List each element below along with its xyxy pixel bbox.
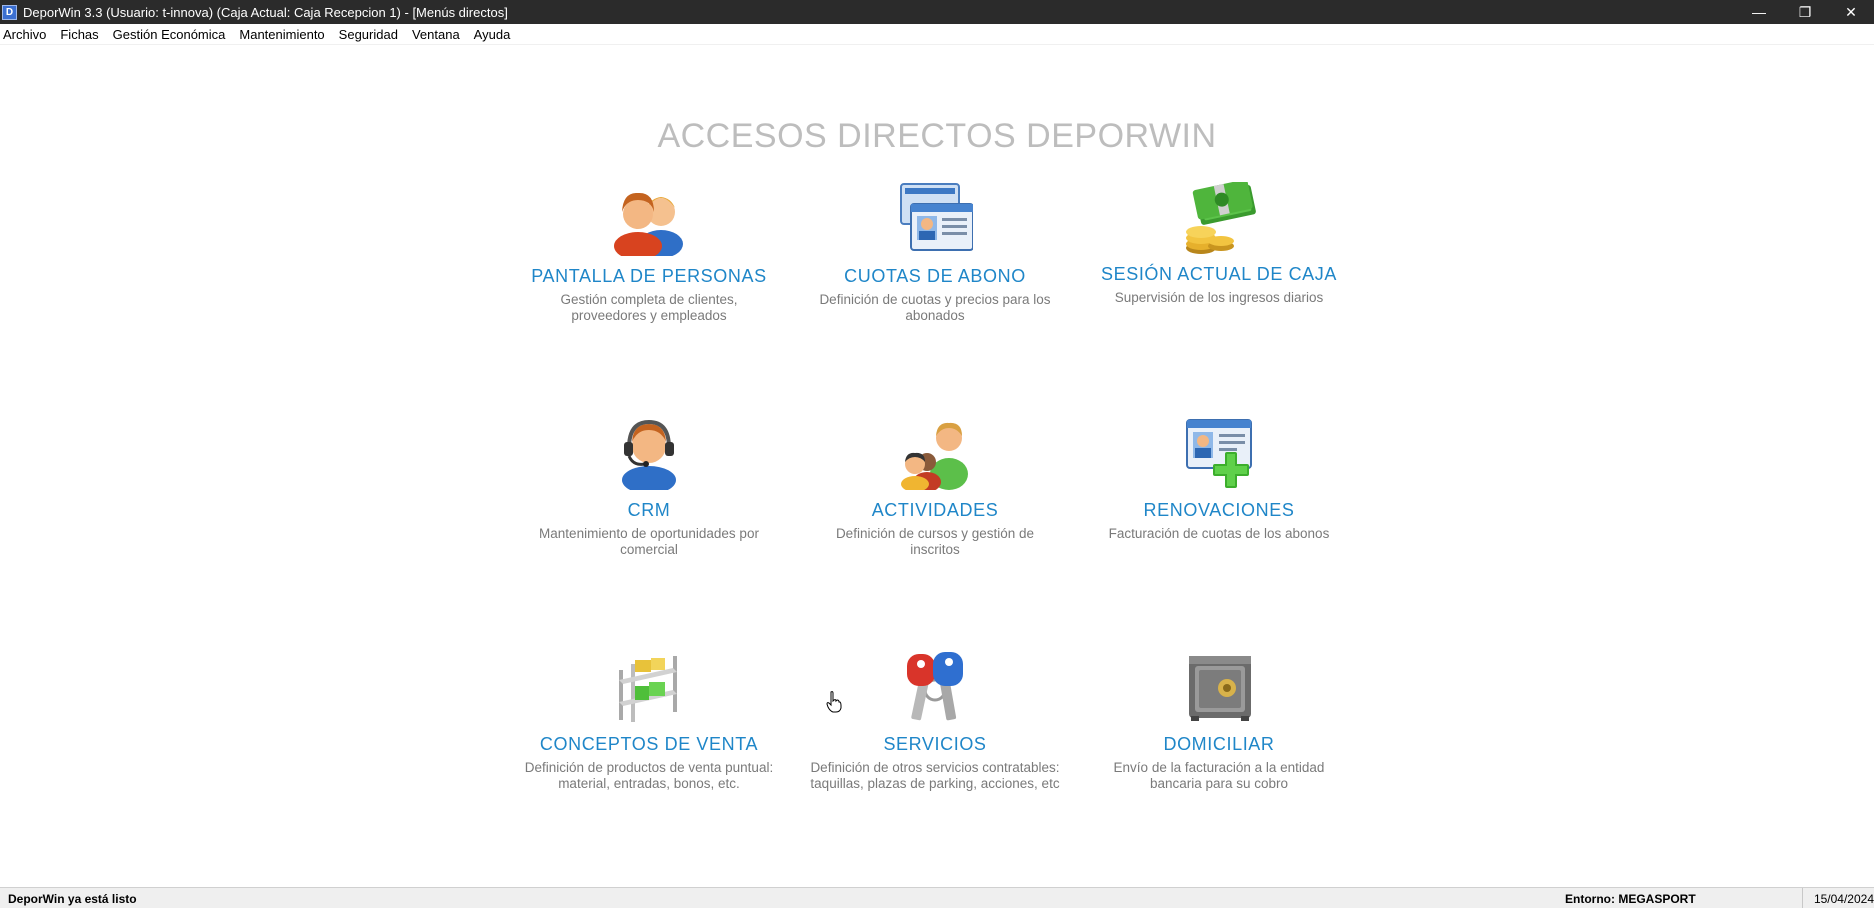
- tile-cuotas-de-abono[interactable]: CUOTAS DE ABONO Definición de cuotas y p…: [800, 182, 1070, 324]
- tile-actividades[interactable]: ACTIVIDADES Definición de cursos y gesti…: [800, 416, 1070, 558]
- tile-servicios[interactable]: SERVICIOS Definición de otros servicios …: [800, 650, 1070, 792]
- menu-archivo[interactable]: Archivo: [0, 27, 53, 42]
- tile-description: Definición de cursos y gestión de inscri…: [835, 526, 1035, 557]
- tile-description: Mantenimiento de oportunidades por comer…: [539, 526, 759, 557]
- window-controls: — ❐ ✕: [1736, 0, 1874, 24]
- restore-button[interactable]: ❐: [1782, 0, 1828, 24]
- app-icon[interactable]: D: [2, 4, 17, 20]
- keys-icon: [907, 652, 963, 721]
- shelf-boxes-icon: [619, 656, 677, 722]
- tile-crm[interactable]: CRM Mantenimiento de oportunidades por c…: [514, 416, 784, 558]
- status-message: DeporWin ya está listo: [8, 892, 137, 906]
- minimize-button[interactable]: —: [1736, 0, 1782, 24]
- status-date: 15/04/2024: [1802, 888, 1874, 908]
- hand-cursor-icon: [826, 691, 842, 713]
- tile-renovaciones[interactable]: RENOVACIONES Facturación de cuotas de lo…: [1084, 416, 1354, 542]
- status-bar: DeporWin ya está listo Entorno: MEGASPOR…: [0, 887, 1874, 908]
- group-icon: [901, 422, 968, 490]
- tile-label: RENOVACIONES: [1143, 500, 1295, 520]
- money-coins-icon: [1186, 182, 1256, 254]
- tile-sesion-actual-de-caja[interactable]: SESIÓN ACTUAL DE CAJA Supervisión de los…: [1084, 182, 1354, 306]
- menu-gestion-economica[interactable]: Gestión Económica: [110, 27, 233, 42]
- tile-description: Envío de la facturación a la entidad ban…: [1113, 760, 1325, 791]
- tile-description: Gestión completa de clientes, proveedore…: [560, 292, 738, 323]
- window-title: DeporWin 3.3 (Usuario: t-innova) (Caja A…: [23, 4, 508, 20]
- menu-fichas[interactable]: Fichas: [57, 27, 105, 42]
- tile-label: CONCEPTOS DE VENTA: [539, 734, 759, 754]
- headset-operator-icon: [622, 419, 676, 490]
- menu-seguridad[interactable]: Seguridad: [336, 27, 405, 42]
- tile-pantalla-de-personas[interactable]: PANTALLA DE PERSONAS Gestión completa de…: [514, 182, 784, 324]
- page-title: ACCESOS DIRECTOS DEPORWIN: [657, 117, 1217, 155]
- tile-label: PANTALLA DE PERSONAS: [531, 266, 767, 286]
- close-button[interactable]: ✕: [1828, 0, 1874, 24]
- tile-description: Facturación de cuotas de los abonos: [1108, 526, 1330, 541]
- id-cards-icon: [900, 183, 973, 251]
- tile-label: SERVICIOS: [883, 734, 987, 754]
- window-titlebar: D DeporWin 3.3 (Usuario: t-innova) (Caja…: [0, 0, 1874, 24]
- menu-bar: Archivo Fichas Gestión Económica Manteni…: [0, 24, 1874, 45]
- tile-label: DOMICILIAR: [1163, 734, 1275, 754]
- tile-conceptos-de-venta[interactable]: CONCEPTOS DE VENTA Definición de product…: [514, 650, 784, 792]
- tile-label: CUOTAS DE ABONO: [844, 266, 1026, 286]
- tile-label: SESIÓN ACTUAL DE CAJA: [1101, 264, 1337, 284]
- menu-ventana[interactable]: Ventana: [409, 27, 467, 42]
- tile-description: Definición de otros servicios contratabl…: [810, 760, 1060, 791]
- safe-icon: [1189, 656, 1251, 721]
- tile-description: Supervisión de los ingresos diarios: [1114, 290, 1324, 305]
- people-icon: [614, 192, 683, 256]
- menu-mantenimiento[interactable]: Mantenimiento: [236, 27, 331, 42]
- tile-description: Definición de productos de venta puntual…: [524, 760, 774, 791]
- tile-domiciliar[interactable]: DOMICILIAR Envío de la facturación a la …: [1084, 650, 1354, 792]
- tile-label: ACTIVIDADES: [871, 500, 999, 520]
- id-card-add-icon: [1186, 419, 1252, 488]
- status-environment: Entorno: MEGASPORT: [1565, 892, 1696, 906]
- tile-description: Definición de cuotas y precios para los …: [819, 292, 1051, 323]
- menu-ayuda[interactable]: Ayuda: [471, 27, 518, 42]
- tile-label: CRM: [627, 500, 671, 520]
